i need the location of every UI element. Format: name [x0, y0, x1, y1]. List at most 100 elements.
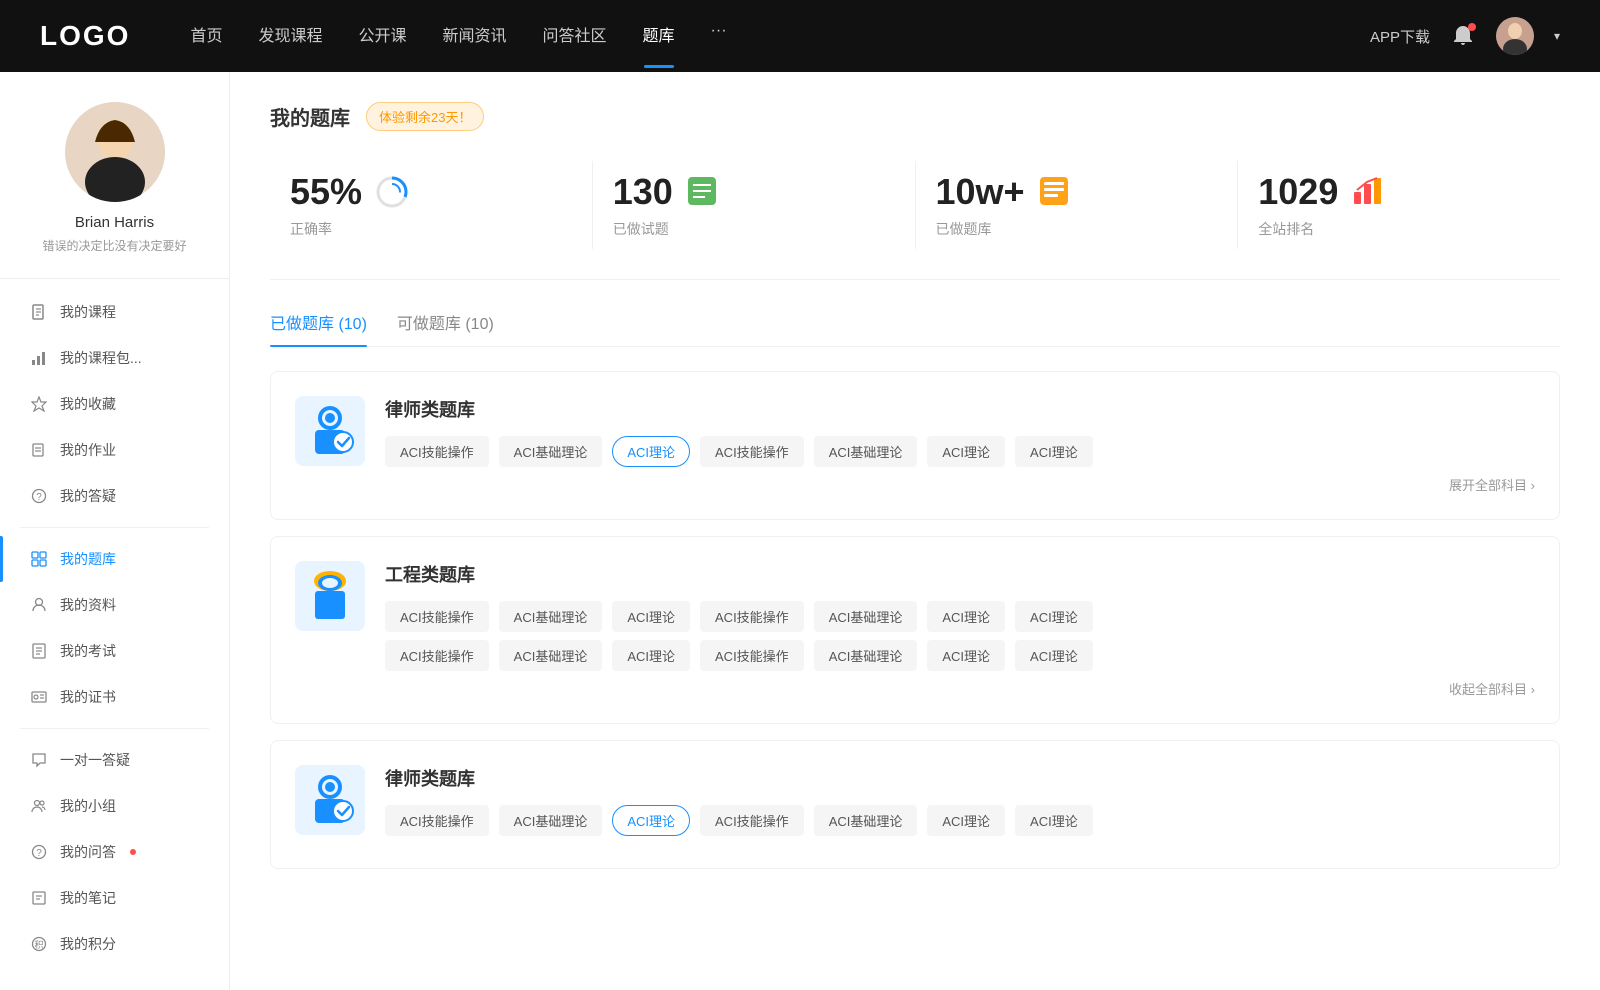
chat-icon: [30, 751, 48, 769]
tabs: 已做题库 (10) 可做题库 (10): [270, 310, 1560, 347]
eng-tag-3[interactable]: ACI技能操作: [700, 601, 804, 632]
sidebar-item-favorites[interactable]: 我的收藏: [0, 381, 229, 427]
l2-tag-3[interactable]: ACI技能操作: [700, 805, 804, 836]
stat-accuracy-label: 正确率: [290, 219, 332, 239]
qbank-card-lawyer-1: 律师类题库 ACI技能操作 ACI基础理论 ACI理论 ACI技能操作 ACI基…: [270, 371, 1560, 520]
qbank-header-lawyer-1: 律师类题库 ACI技能操作 ACI基础理论 ACI理论 ACI技能操作 ACI基…: [295, 396, 1535, 495]
stat-done-questions-value: 130: [613, 171, 673, 213]
sidebar-item-course-package[interactable]: 我的课程包...: [0, 335, 229, 381]
sidebar-item-notes[interactable]: 我的笔记: [0, 875, 229, 921]
doc-icon: [30, 642, 48, 660]
user-icon: [30, 596, 48, 614]
sidebar-avatar: [65, 102, 165, 202]
sidebar-item-certificate[interactable]: 我的证书: [0, 674, 229, 720]
stat-ranking-top: 1029: [1258, 171, 1386, 213]
eng-tag-1[interactable]: ACI基础理论: [499, 601, 603, 632]
eng-tag2-0[interactable]: ACI技能操作: [385, 640, 489, 671]
sidebar-item-groups[interactable]: 我的小组: [0, 783, 229, 829]
user-dropdown-arrow[interactable]: ▾: [1554, 29, 1560, 43]
eng-tag-6[interactable]: ACI理论: [1015, 601, 1093, 632]
expand-btn-lawyer-1[interactable]: 展开全部科目 ›: [1449, 478, 1535, 493]
sidebar-item-my-qa[interactable]: ? 我的问答: [0, 829, 229, 875]
stat-done-questions: 130 已做试题: [593, 161, 916, 249]
book-icon: [1037, 174, 1073, 210]
eng-tag2-6[interactable]: ACI理论: [1015, 640, 1093, 671]
stat-done-questions-top: 130: [613, 171, 721, 213]
user-avatar[interactable]: [1496, 17, 1534, 55]
l2-tag-6[interactable]: ACI理论: [1015, 805, 1093, 836]
trial-badge: 体验剩余23天！: [366, 102, 484, 131]
eng-tag2-1[interactable]: ACI基础理论: [499, 640, 603, 671]
sidebar-item-qa[interactable]: ? 我的答疑: [0, 473, 229, 519]
sidebar-item-points[interactable]: 积 我的积分: [0, 921, 229, 967]
eng-tag2-2[interactable]: ACI理论: [612, 640, 690, 671]
stat-accuracy-value: 55%: [290, 171, 362, 213]
qbank-title-engineer: 工程类题库: [385, 561, 1535, 587]
sidebar-label-points: 我的积分: [60, 934, 116, 954]
l2-tag-0[interactable]: ACI技能操作: [385, 805, 489, 836]
star-icon: [30, 395, 48, 413]
sidebar-item-homework[interactable]: 我的作业: [0, 427, 229, 473]
avatar-image: [1496, 17, 1534, 55]
qbank-footer-engineer: 收起全部科目 ›: [385, 679, 1535, 699]
notification-bell[interactable]: [1450, 23, 1476, 49]
nav-link-qa[interactable]: 问答社区: [543, 22, 607, 50]
qbank-icon-lawyer-1: [295, 396, 365, 466]
sidebar-label-question-bank: 我的题库: [60, 549, 116, 569]
sidebar-item-one-on-one[interactable]: 一对一答疑: [0, 737, 229, 783]
eng-tag2-4[interactable]: ACI基础理论: [814, 640, 918, 671]
collapse-btn-engineer[interactable]: 收起全部科目 ›: [1449, 682, 1535, 697]
svg-text:积: 积: [34, 939, 43, 950]
tag-5[interactable]: ACI理论: [927, 436, 1005, 467]
tag-6[interactable]: ACI理论: [1015, 436, 1093, 467]
stat-done-banks-label: 已做题库: [936, 219, 992, 239]
stat-done-banks-value: 10w+: [936, 171, 1025, 213]
nav-link-questions[interactable]: 题库: [643, 22, 675, 50]
lawyer-icon-2: [305, 773, 355, 827]
sidebar-label-favorites: 我的收藏: [60, 394, 116, 414]
eng-tag2-3[interactable]: ACI技能操作: [700, 640, 804, 671]
eng-tag2-5[interactable]: ACI理论: [927, 640, 1005, 671]
qbank-footer-lawyer-1: 展开全部科目 ›: [385, 475, 1535, 495]
notification-dot: [1468, 23, 1476, 31]
eng-tag-4[interactable]: ACI基础理论: [814, 601, 918, 632]
tab-done[interactable]: 已做题库 (10): [270, 310, 367, 346]
sidebar-item-profile[interactable]: 我的资料: [0, 582, 229, 628]
nav-link-news[interactable]: 新闻资讯: [443, 22, 507, 50]
eng-tag-2[interactable]: ACI理论: [612, 601, 690, 632]
engineer-icon: [305, 569, 355, 623]
svg-text:?: ?: [36, 848, 42, 859]
sidebar-user-motto: 错误的决定比没有决定要好: [42, 237, 186, 254]
nav-link-home[interactable]: 首页: [190, 22, 222, 50]
tab-available[interactable]: 可做题库 (10): [397, 310, 494, 346]
sidebar-label-exam: 我的考试: [60, 641, 116, 661]
tag-3[interactable]: ACI技能操作: [700, 436, 804, 467]
sidebar-item-question-bank[interactable]: 我的题库: [0, 536, 229, 582]
qbank-tags-engineer-row2: ACI技能操作 ACI基础理论 ACI理论 ACI技能操作 ACI基础理论 AC…: [385, 640, 1535, 671]
eng-tag-0[interactable]: ACI技能操作: [385, 601, 489, 632]
tag-2-active[interactable]: ACI理论: [612, 436, 690, 467]
tag-1[interactable]: ACI基础理论: [499, 436, 603, 467]
tag-4[interactable]: ACI基础理论: [814, 436, 918, 467]
sidebar-item-my-courses[interactable]: 我的课程: [0, 289, 229, 335]
sidebar-label-course-package: 我的课程包...: [60, 348, 142, 368]
l2-tag-5[interactable]: ACI理论: [927, 805, 1005, 836]
l2-tag-1[interactable]: ACI基础理论: [499, 805, 603, 836]
qbank-card-engineer: 工程类题库 ACI技能操作 ACI基础理论 ACI理论 ACI技能操作 ACI基…: [270, 536, 1560, 724]
nav-link-more[interactable]: ···: [711, 22, 727, 50]
nav-link-discover[interactable]: 发现课程: [258, 22, 322, 50]
stat-done-questions-label: 已做试题: [613, 219, 669, 239]
sidebar: Brian Harris 错误的决定比没有决定要好 我的课程 我的课程包...: [0, 72, 230, 990]
profile-avatar-image: [65, 102, 165, 202]
l2-tag-2-active[interactable]: ACI理论: [612, 805, 690, 836]
l2-tag-4[interactable]: ACI基础理论: [814, 805, 918, 836]
sidebar-label-profile: 我的资料: [60, 595, 116, 615]
app-download-button[interactable]: APP下载: [1370, 26, 1430, 47]
nav-link-open-course[interactable]: 公开课: [358, 22, 406, 50]
points-icon: 积: [30, 935, 48, 953]
eng-tag-5[interactable]: ACI理论: [927, 601, 1005, 632]
sidebar-item-exam[interactable]: 我的考试: [0, 628, 229, 674]
qbank-header-lawyer-2: 律师类题库 ACI技能操作 ACI基础理论 ACI理论 ACI技能操作 ACI基…: [295, 765, 1535, 844]
tag-0[interactable]: ACI技能操作: [385, 436, 489, 467]
stats-row: 55% 正确率 130: [270, 161, 1560, 280]
